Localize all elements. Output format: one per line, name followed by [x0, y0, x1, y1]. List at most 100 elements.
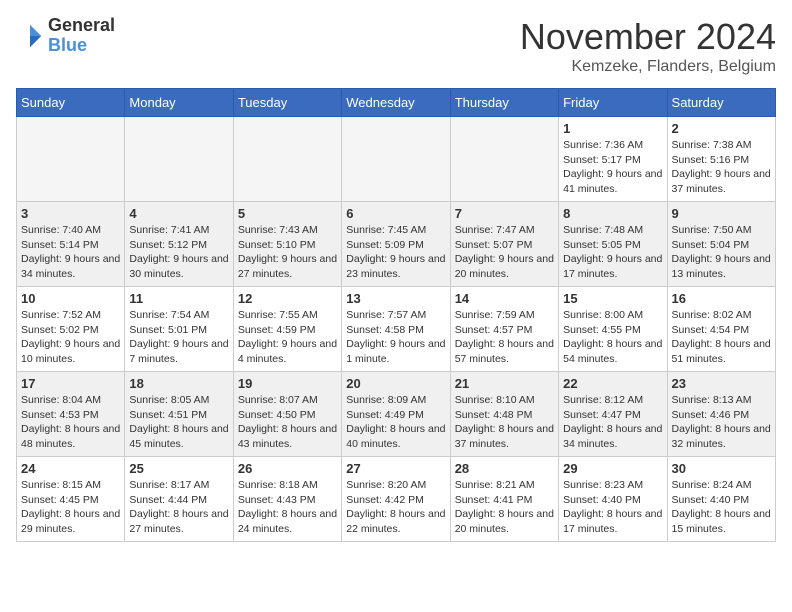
day-number: 10: [21, 291, 120, 306]
calendar-cell: 21 Sunrise: 8:10 AM Sunset: 4:48 PM Dayli…: [450, 372, 558, 457]
day-number: 5: [238, 206, 337, 221]
day-info: Sunrise: 7:48 AM Sunset: 5:05 PM Dayligh…: [563, 223, 662, 282]
calendar-cell: 6Sunrise: 7:45 AM Sunset: 5:09 PM Daylig…: [342, 202, 450, 287]
day-number: 15: [563, 291, 662, 306]
day-info: Sunrise: 8:00 AM Sunset: 4:55 PM Dayligh…: [563, 308, 662, 367]
day-info: Sunrise: 8:20 AM Sunset: 4:42 PM Dayligh…: [346, 478, 445, 537]
day-number: 17: [21, 376, 120, 391]
day-number: 13: [346, 291, 445, 306]
day-number: 27: [346, 461, 445, 476]
day-number: 30: [672, 461, 771, 476]
week-row: 1 Sunrise: 7:36 AM Sunset: 5:17 PM Daylig…: [17, 117, 776, 202]
day-number: 3: [21, 206, 120, 221]
day-info: Sunrise: 7:43 AM Sunset: 5:10 PM Dayligh…: [238, 223, 337, 282]
calendar-cell: 9 Sunrise: 7:50 AM Sunset: 5:04 PM Daylig…: [667, 202, 775, 287]
calendar-cell: 20 Sunrise: 8:09 AM Sunset: 4:49 PM Dayli…: [342, 372, 450, 457]
day-info: Sunrise: 7:41 AM Sunset: 5:12 PM Dayligh…: [129, 223, 228, 282]
day-info: Sunrise: 8:18 AM Sunset: 4:43 PM Dayligh…: [238, 478, 337, 537]
calendar-cell: 29Sunrise: 8:23 AM Sunset: 4:40 PM Dayli…: [559, 457, 667, 542]
calendar-cell: 1 Sunrise: 7:36 AM Sunset: 5:17 PM Daylig…: [559, 117, 667, 202]
day-info: Sunrise: 8:10 AM Sunset: 4:48 PM Dayligh…: [455, 393, 554, 452]
title-area: November 2024 Kemzeke, Flanders, Belgium: [520, 16, 776, 76]
day-info: Sunrise: 8:07 AM Sunset: 4:50 PM Dayligh…: [238, 393, 337, 452]
day-number: 23: [672, 376, 771, 391]
calendar-cell: 11 Sunrise: 7:54 AM Sunset: 5:01 PM Dayli…: [125, 287, 233, 372]
calendar-cell: 22Sunrise: 8:12 AM Sunset: 4:47 PM Dayli…: [559, 372, 667, 457]
day-info: Sunrise: 7:55 AM Sunset: 4:59 PM Dayligh…: [238, 308, 337, 367]
day-info: Sunrise: 8:21 AM Sunset: 4:41 PM Dayligh…: [455, 478, 554, 537]
calendar-cell: [342, 117, 450, 202]
day-info: Sunrise: 7:38 AM Sunset: 5:16 PM Dayligh…: [672, 138, 771, 197]
day-number: 12: [238, 291, 337, 306]
day-info: Sunrise: 7:40 AM Sunset: 5:14 PM Dayligh…: [21, 223, 120, 282]
calendar-cell: 7 Sunrise: 7:47 AM Sunset: 5:07 PM Daylig…: [450, 202, 558, 287]
logo: General Blue: [16, 16, 115, 56]
day-number: 21: [455, 376, 554, 391]
day-info: Sunrise: 8:09 AM Sunset: 4:49 PM Dayligh…: [346, 393, 445, 452]
day-number: 1: [563, 121, 662, 136]
weekday-header: Thursday: [450, 89, 558, 117]
calendar-cell: 17 Sunrise: 8:04 AM Sunset: 4:53 PM Dayli…: [17, 372, 125, 457]
day-number: 2: [672, 121, 771, 136]
day-info: Sunrise: 7:52 AM Sunset: 5:02 PM Dayligh…: [21, 308, 120, 367]
logo-blue-text: Blue: [48, 36, 115, 56]
calendar-cell: [233, 117, 341, 202]
calendar-cell: 4 Sunrise: 7:41 AM Sunset: 5:12 PM Daylig…: [125, 202, 233, 287]
day-number: 9: [672, 206, 771, 221]
day-number: 4: [129, 206, 228, 221]
day-number: 14: [455, 291, 554, 306]
day-info: Sunrise: 7:50 AM Sunset: 5:04 PM Dayligh…: [672, 223, 771, 282]
day-number: 20: [346, 376, 445, 391]
calendar-cell: 27 Sunrise: 8:20 AM Sunset: 4:42 PM Dayli…: [342, 457, 450, 542]
day-number: 19: [238, 376, 337, 391]
calendar-cell: 2 Sunrise: 7:38 AM Sunset: 5:16 PM Daylig…: [667, 117, 775, 202]
week-row: 17 Sunrise: 8:04 AM Sunset: 4:53 PM Dayli…: [17, 372, 776, 457]
day-info: Sunrise: 7:59 AM Sunset: 4:57 PM Dayligh…: [455, 308, 554, 367]
calendar-cell: [125, 117, 233, 202]
day-number: 24: [21, 461, 120, 476]
calendar-cell: 30 Sunrise: 8:24 AM Sunset: 4:40 PM Dayli…: [667, 457, 775, 542]
calendar-cell: 25 Sunrise: 8:17 AM Sunset: 4:44 PM Dayli…: [125, 457, 233, 542]
day-info: Sunrise: 8:04 AM Sunset: 4:53 PM Dayligh…: [21, 393, 120, 452]
day-info: Sunrise: 8:24 AM Sunset: 4:40 PM Dayligh…: [672, 478, 771, 537]
calendar-cell: 19 Sunrise: 8:07 AM Sunset: 4:50 PM Dayli…: [233, 372, 341, 457]
day-info: Sunrise: 8:12 AM Sunset: 4:47 PM Dayligh…: [563, 393, 662, 452]
weekday-header: Tuesday: [233, 89, 341, 117]
day-info: Sunrise: 8:02 AM Sunset: 4:54 PM Dayligh…: [672, 308, 771, 367]
day-info: Sunrise: 8:05 AM Sunset: 4:51 PM Dayligh…: [129, 393, 228, 452]
calendar-cell: 15 Sunrise: 8:00 AM Sunset: 4:55 PM Dayli…: [559, 287, 667, 372]
weekday-header: Friday: [559, 89, 667, 117]
week-row: 3 Sunrise: 7:40 AM Sunset: 5:14 PM Daylig…: [17, 202, 776, 287]
week-row: 10 Sunrise: 7:52 AM Sunset: 5:02 PM Dayli…: [17, 287, 776, 372]
day-number: 11: [129, 291, 228, 306]
calendar-cell: 23Sunrise: 8:13 AM Sunset: 4:46 PM Dayli…: [667, 372, 775, 457]
calendar-cell: 12 Sunrise: 7:55 AM Sunset: 4:59 PM Dayli…: [233, 287, 341, 372]
day-info: Sunrise: 7:57 AM Sunset: 4:58 PM Dayligh…: [346, 308, 445, 367]
weekday-header: Sunday: [17, 89, 125, 117]
calendar-cell: 16 Sunrise: 8:02 AM Sunset: 4:54 PM Dayli…: [667, 287, 775, 372]
calendar-cell: 5 Sunrise: 7:43 AM Sunset: 5:10 PM Daylig…: [233, 202, 341, 287]
calendar-cell: 10 Sunrise: 7:52 AM Sunset: 5:02 PM Dayli…: [17, 287, 125, 372]
logo-icon: [16, 22, 44, 50]
calendar-cell: 14 Sunrise: 7:59 AM Sunset: 4:57 PM Dayli…: [450, 287, 558, 372]
day-number: 8: [563, 206, 662, 221]
day-number: 25: [129, 461, 228, 476]
day-number: 7: [455, 206, 554, 221]
calendar-cell: 8 Sunrise: 7:48 AM Sunset: 5:05 PM Daylig…: [559, 202, 667, 287]
calendar-cell: 13 Sunrise: 7:57 AM Sunset: 4:58 PM Dayli…: [342, 287, 450, 372]
header: General Blue November 2024 Kemzeke, Flan…: [16, 16, 776, 76]
calendar-cell: [17, 117, 125, 202]
calendar-cell: 18 Sunrise: 8:05 AM Sunset: 4:51 PM Dayli…: [125, 372, 233, 457]
day-info: Sunrise: 7:36 AM Sunset: 5:17 PM Dayligh…: [563, 138, 662, 197]
day-info: Sunrise: 7:54 AM Sunset: 5:01 PM Dayligh…: [129, 308, 228, 367]
calendar-cell: [450, 117, 558, 202]
weekday-header: Saturday: [667, 89, 775, 117]
month-title: November 2024: [520, 16, 776, 58]
day-number: 16: [672, 291, 771, 306]
day-info: Sunrise: 8:17 AM Sunset: 4:44 PM Dayligh…: [129, 478, 228, 537]
day-number: 18: [129, 376, 228, 391]
week-row: 24Sunrise: 8:15 AM Sunset: 4:45 PM Dayli…: [17, 457, 776, 542]
day-info: Sunrise: 7:47 AM Sunset: 5:07 PM Dayligh…: [455, 223, 554, 282]
day-info: Sunrise: 8:23 AM Sunset: 4:40 PM Dayligh…: [563, 478, 662, 537]
logo-text: General Blue: [48, 16, 115, 56]
